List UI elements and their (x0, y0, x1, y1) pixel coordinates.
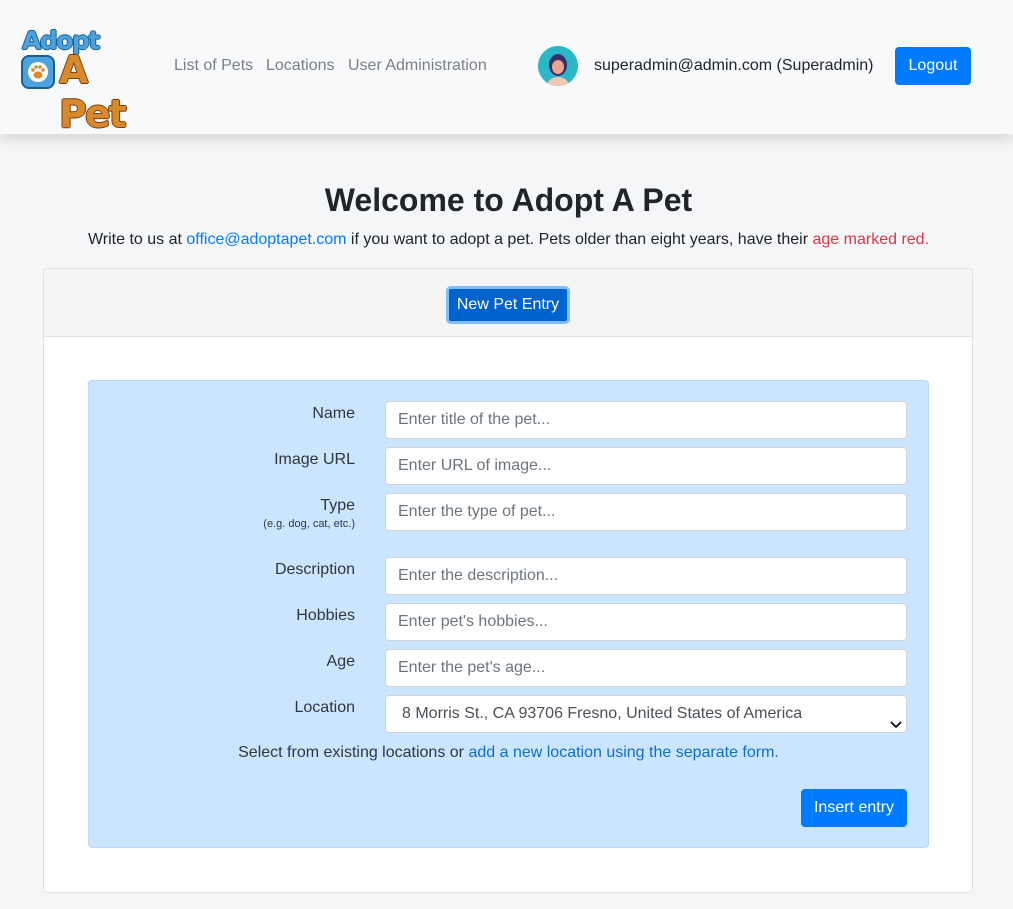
location-helper-pre: Select from existing locations or (238, 744, 469, 761)
card-header: New Pet Entry (44, 269, 972, 337)
nav-link-locations[interactable]: Locations (266, 57, 335, 75)
location-helper-text: Select from existing locations or add a … (89, 744, 928, 762)
new-pet-entry-button[interactable]: New Pet Entry (446, 286, 570, 324)
image-url-label: Image URL (274, 451, 355, 468)
nav-link-list-of-pets[interactable]: List of Pets (174, 57, 253, 75)
brand-logo-apet: A Pet (59, 48, 127, 136)
location-selected-value: 8 Morris St., CA 93706 Fresno, United St… (402, 705, 803, 722)
pet-entry-form: Name Enter title of the pet... Image URL… (88, 380, 929, 848)
avatar (538, 46, 578, 86)
logout-button[interactable]: Logout (895, 47, 971, 85)
pet-entry-card: New Pet Entry Name Enter title of the pe… (43, 268, 973, 893)
chevron-down-icon (890, 708, 902, 744)
age-label: Age (326, 653, 355, 670)
contact-email-link[interactable]: office@adoptapet.com (186, 231, 346, 248)
nav-link-user-administration[interactable]: User Administration (348, 57, 487, 75)
brand-logo[interactable]: Adopt A Pet (20, 26, 145, 136)
paw-icon (21, 55, 55, 89)
intro-text: Write to us at office@adoptapet.com if y… (0, 231, 1013, 249)
add-location-link[interactable]: add a new location using the separate fo… (468, 744, 778, 761)
current-user-label: superadmin@admin.com (Superadmin) (594, 57, 874, 74)
type-label: Type (320, 497, 355, 514)
navbar: Adopt A Pet List of Pets Locations User … (0, 0, 1013, 136)
description-input[interactable]: Enter the description... (385, 557, 907, 595)
intro-text-pre: Write to us at (87, 231, 187, 248)
age-marked-red-text: age marked red. (812, 231, 930, 248)
insert-entry-button[interactable]: Insert entry (801, 789, 907, 827)
intro-text-mid: if you want to adopt a pet. Pets older t… (346, 231, 813, 248)
location-select[interactable]: 8 Morris St., CA 93706 Fresno, United St… (385, 695, 907, 733)
hobbies-label: Hobbies (296, 607, 355, 624)
type-hint: (e.g. dog, cat, etc.) (263, 518, 355, 530)
name-input[interactable]: Enter title of the pet... (385, 401, 907, 439)
name-label: Name (312, 405, 355, 422)
page-title: Welcome to Adopt A Pet (324, 182, 693, 218)
type-input[interactable]: Enter the type of pet... (385, 493, 907, 531)
age-input[interactable]: Enter the pet's age... (385, 649, 907, 687)
location-label: Location (294, 699, 356, 716)
description-label: Description (274, 561, 355, 578)
hobbies-input[interactable]: Enter pet's hobbies... (385, 603, 907, 641)
image-url-input[interactable]: Enter URL of image... (385, 447, 907, 485)
